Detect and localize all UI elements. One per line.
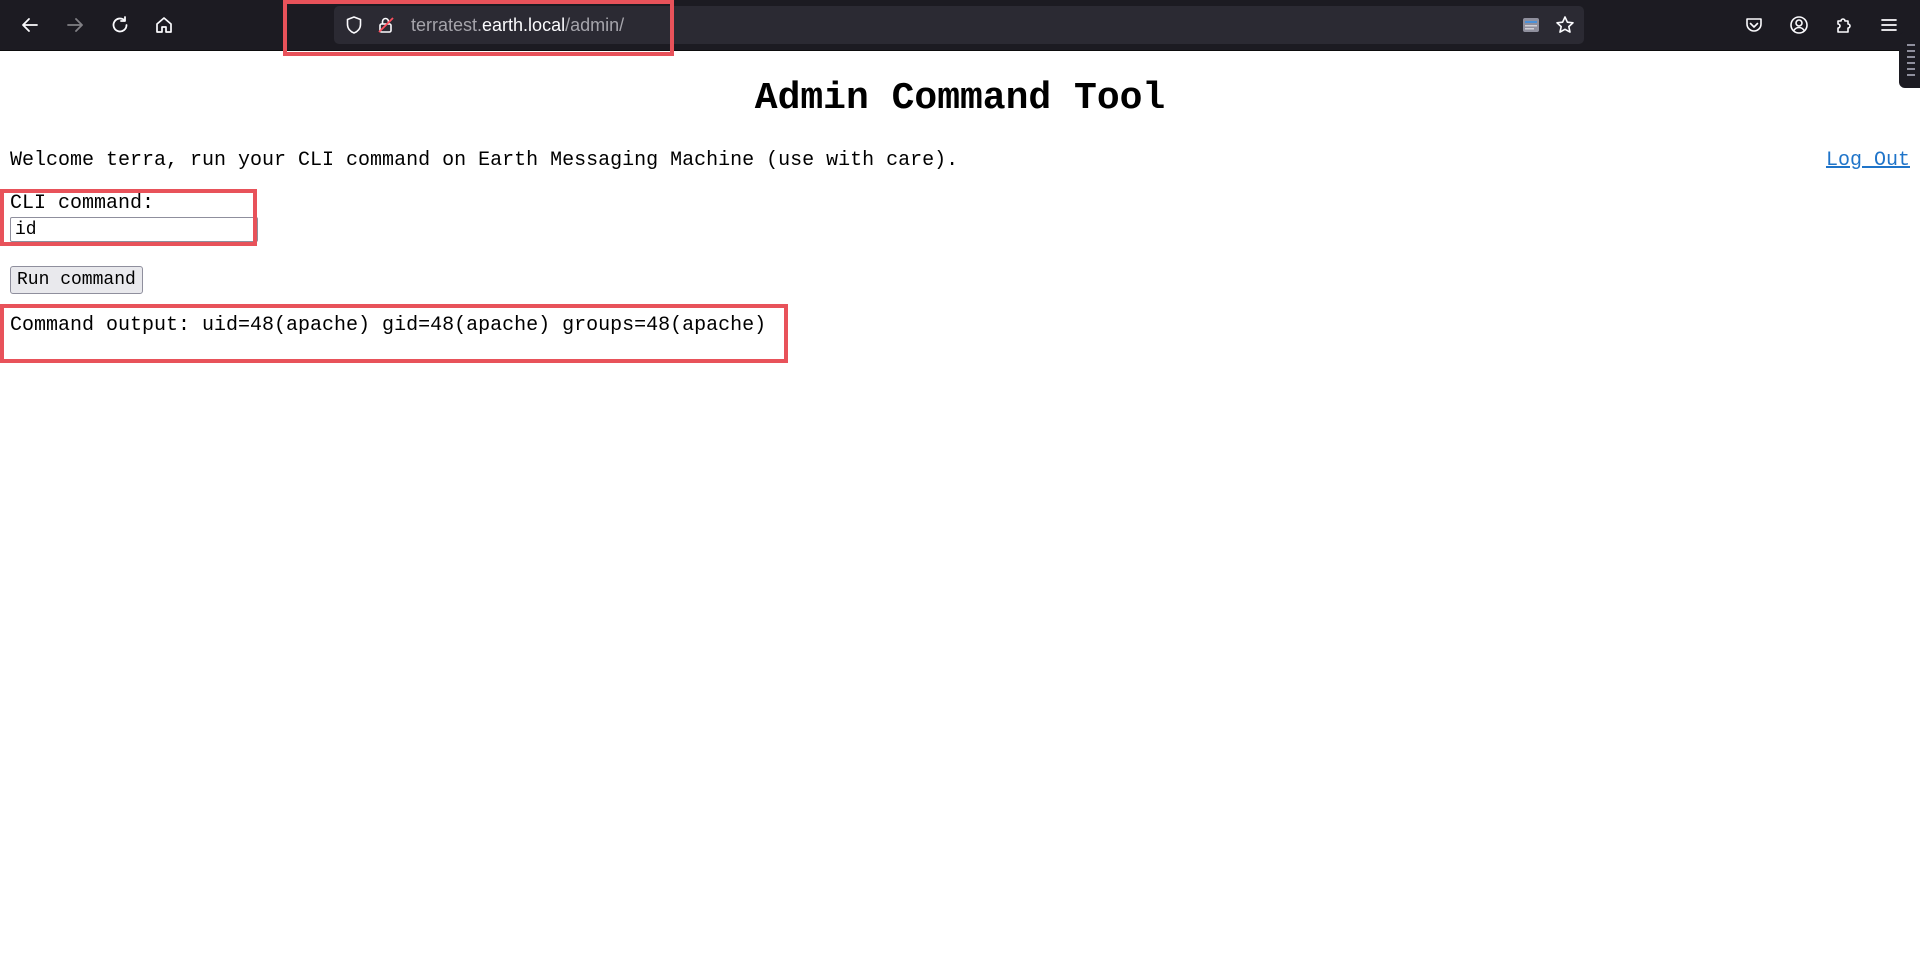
pocket-icon [1746,18,1762,32]
reload-icon [112,16,128,33]
arrow-right-icon [67,18,83,32]
run-command-button[interactable]: Run command [10,266,143,294]
browser-toolbar: terratest.earth.local/admin/ [0,0,1920,51]
address-bar[interactable]: terratest.earth.local/admin/ [334,6,1584,44]
page-title: Admin Command Tool [754,77,1166,120]
url-host: earth.local [482,15,566,35]
command-output: Command output: uid=48(apache) gid=48(ap… [10,314,767,337]
cli-command-input[interactable] [10,217,258,242]
reader-view-icon[interactable] [1521,15,1541,35]
url-path: /admin/ [565,15,625,35]
cli-command-label: CLI command: [10,192,155,215]
account-icon [1790,16,1808,34]
reload-button[interactable] [104,9,136,41]
url-prefix: terratest. [411,15,483,35]
extensions-button[interactable] [1828,9,1860,41]
pocket-button[interactable] [1738,9,1770,41]
back-button[interactable] [14,9,46,41]
welcome-message: Welcome terra, run your CLI command on E… [10,149,959,172]
forward-button[interactable] [59,9,91,41]
account-button[interactable] [1783,9,1815,41]
logout-link[interactable]: Log Out [1826,149,1910,173]
star-icon[interactable] [1555,15,1575,35]
arrow-left-icon [22,18,38,32]
shield-icon[interactable] [344,15,364,35]
home-button[interactable] [148,9,180,41]
lock-icon[interactable] [376,15,396,35]
hamburger-menu-icon [1881,19,1897,31]
puzzle-icon [1837,18,1851,33]
home-icon [156,17,172,33]
url-text[interactable]: terratest.earth.local/admin/ [411,6,624,44]
